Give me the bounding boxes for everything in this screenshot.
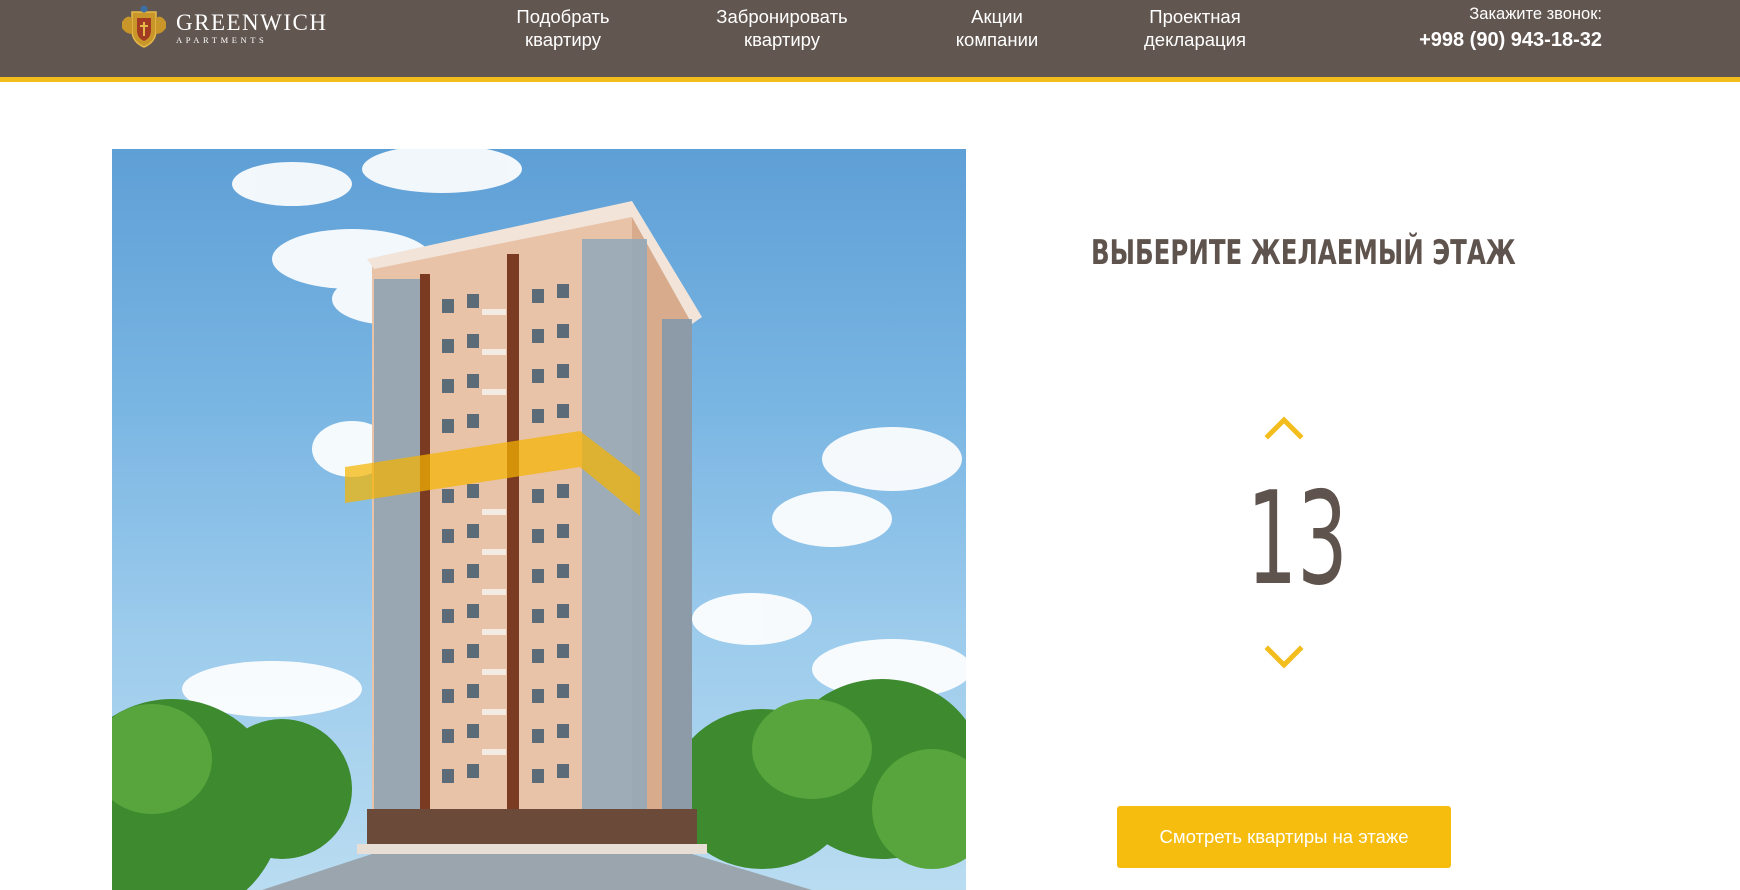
floor-selector-title: ВЫБЕРИТЕ ЖЕЛАЕМЫЙ ЭТАЖ	[1091, 233, 1516, 273]
nav-label-line1: Проектная	[1149, 6, 1241, 27]
building-illustration	[112, 149, 966, 890]
chevron-up-icon[interactable]	[1264, 414, 1304, 440]
nav-label-line1: Акции	[971, 6, 1023, 27]
nav-label-line1: Забронировать	[716, 6, 848, 27]
nav-pick-apartment[interactable]: Подобрать квартиру	[513, 5, 613, 51]
nav-label-line2: компании	[955, 29, 1039, 50]
logo[interactable]: GREENWICH APARTMENTS	[118, 4, 327, 50]
floor-number: 13	[1246, 465, 1348, 614]
nav-label-line1: Подобрать	[516, 6, 610, 27]
callback-label: Закажите звонок:	[1469, 5, 1602, 23]
nav-book-apartment[interactable]: Забронировать квартиру	[714, 5, 850, 51]
logo-subtitle: APARTMENTS	[176, 34, 268, 45]
crest-icon	[122, 5, 166, 48]
nav-label-line2: квартиру	[743, 29, 821, 50]
logo-name: GREENWICH	[176, 9, 328, 35]
view-apartments-button[interactable]: Смотреть квартиры на этаже	[1117, 806, 1451, 868]
callback-phone-link[interactable]: +998 (90) 943-18-32	[1419, 27, 1602, 54]
callback-block: Закажите звонок: +998 (90) 943-18-32	[1419, 4, 1602, 54]
site-header: GREENWICH APARTMENTS Подобрать квартиру …	[0, 0, 1740, 82]
nav-label-line2: квартиру	[524, 29, 602, 50]
nav-promotions[interactable]: Акции компании	[952, 5, 1042, 51]
nav-label-line2: декларация	[1144, 29, 1246, 50]
nav-project-declaration[interactable]: Проектная декларация	[1140, 5, 1250, 51]
building-image[interactable]	[112, 149, 966, 890]
chevron-down-icon[interactable]	[1264, 645, 1304, 671]
